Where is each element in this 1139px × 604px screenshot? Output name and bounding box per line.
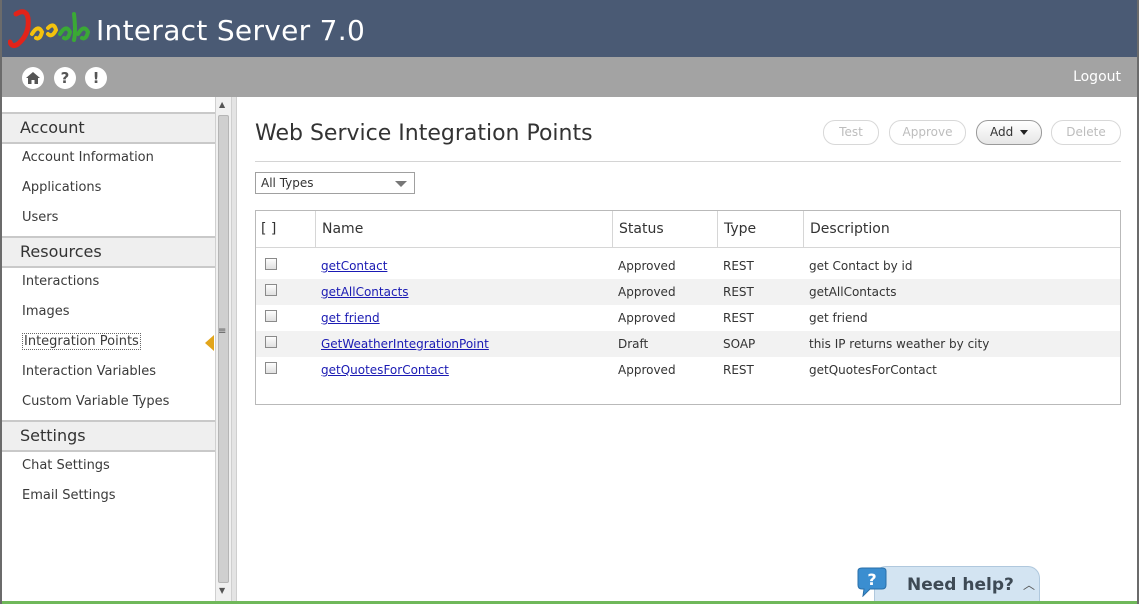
table-row[interactable]: get friend Approved REST get friend <box>256 305 1120 331</box>
row-checkbox[interactable] <box>265 284 277 296</box>
row-description: getAllContacts <box>809 285 897 299</box>
row-name-link[interactable]: get friend <box>321 311 380 325</box>
column-header-name[interactable]: Name <box>315 211 613 248</box>
table-row[interactable]: getContact Approved REST get Contact by … <box>256 253 1120 279</box>
sidebar-item-integration-points[interactable]: Integration Points <box>22 333 141 350</box>
row-name-link[interactable]: getContact <box>321 259 387 273</box>
row-status: Approved <box>618 363 676 377</box>
scroll-down-icon[interactable]: ▼ <box>219 586 225 595</box>
scroll-up-icon[interactable]: ▲ <box>219 100 225 109</box>
app-header: Interact Server 7.0 <box>2 0 1137 57</box>
select-caret-icon <box>395 181 407 187</box>
svg-text:?: ? <box>867 570 876 589</box>
row-name-link[interactable]: GetWeatherIntegrationPoint <box>321 337 489 351</box>
row-type: REST <box>723 285 754 299</box>
row-checkbox[interactable] <box>265 362 277 374</box>
sidebar-item-interactions[interactable]: Interactions <box>22 274 99 289</box>
sidebar-item-interaction-variables[interactable]: Interaction Variables <box>22 364 156 379</box>
sidebar-item-custom-variable-types[interactable]: Custom Variable Types <box>22 394 169 409</box>
sidebar-item-account-information[interactable]: Account Information <box>22 150 154 165</box>
toolbar: ? ! Logout <box>2 57 1137 97</box>
column-header-description[interactable]: Description <box>803 211 1120 248</box>
active-item-marker <box>205 335 214 351</box>
add-button[interactable]: Add <box>976 120 1042 145</box>
row-type: REST <box>723 311 754 325</box>
row-checkbox[interactable] <box>265 258 277 270</box>
row-name-link[interactable]: getQuotesForContact <box>321 363 449 377</box>
type-filter-select[interactable]: All Types <box>255 172 415 194</box>
sidebar-section-settings[interactable]: Settings <box>2 420 215 452</box>
help-icon[interactable]: ? <box>54 67 76 89</box>
table-row[interactable]: getAllContacts Approved REST getAllConta… <box>256 279 1120 305</box>
need-help-label: Need help? <box>907 575 1014 595</box>
row-description: this IP returns weather by city <box>809 337 990 351</box>
table-header: [ ] Name Status Type Description <box>256 211 1120 248</box>
row-type: SOAP <box>723 337 756 351</box>
row-type: REST <box>723 259 754 273</box>
need-help-widget[interactable]: Need help? ︿ <box>874 566 1040 604</box>
test-button[interactable]: Test <box>823 120 879 145</box>
sidebar-scrollbar[interactable]: ▲ ▼ <box>215 97 231 602</box>
row-status: Approved <box>618 285 676 299</box>
row-type: REST <box>723 363 754 377</box>
column-header-select[interactable]: [ ] <box>256 211 316 248</box>
delete-button[interactable]: Delete <box>1051 120 1121 145</box>
page-title: Web Service Integration Points <box>255 121 593 146</box>
table-row[interactable]: GetWeatherIntegrationPoint Draft SOAP th… <box>256 331 1120 357</box>
jacada-logo <box>8 9 91 49</box>
app-title: Interact Server 7.0 <box>96 14 366 47</box>
table-row[interactable]: getQuotesForContact Approved REST getQuo… <box>256 357 1120 383</box>
sidebar-item-images[interactable]: Images <box>22 304 70 319</box>
app-window: Interact Server 7.0 ? ! Logout Account A… <box>0 0 1139 604</box>
row-checkbox[interactable] <box>265 310 277 322</box>
row-status: Draft <box>618 337 649 351</box>
add-button-label: Add <box>989 125 1014 139</box>
scrollbar-thumb[interactable] <box>218 115 229 583</box>
type-filter-value: All Types <box>261 176 314 190</box>
sidebar-item-email-settings[interactable]: Email Settings <box>22 488 116 503</box>
column-header-type[interactable]: Type <box>717 211 804 248</box>
sidebar-section-resources[interactable]: Resources <box>2 236 215 268</box>
row-status: Approved <box>618 311 676 325</box>
splitter-grip-icon[interactable]: ≡ <box>218 326 226 337</box>
integration-points-table: [ ] Name Status Type Description getCont… <box>255 210 1121 405</box>
sidebar: Account Account Information Applications… <box>2 97 215 602</box>
help-bubble-icon[interactable]: ? <box>854 567 888 597</box>
row-description: get friend <box>809 311 868 325</box>
alert-icon[interactable]: ! <box>85 67 107 89</box>
row-description: get Contact by id <box>809 259 913 273</box>
sidebar-item-applications[interactable]: Applications <box>22 180 101 195</box>
logout-link[interactable]: Logout <box>1073 69 1121 85</box>
approve-button[interactable]: Approve <box>889 120 966 145</box>
row-description: getQuotesForContact <box>809 363 937 377</box>
row-checkbox[interactable] <box>265 336 277 348</box>
chevron-up-icon[interactable]: ︿ <box>1023 576 1035 593</box>
sidebar-section-account[interactable]: Account <box>2 112 215 144</box>
row-status: Approved <box>618 259 676 273</box>
column-header-status[interactable]: Status <box>612 211 718 248</box>
panel-splitter[interactable] <box>231 97 237 602</box>
dropdown-arrow-icon <box>1020 130 1029 135</box>
sidebar-item-users[interactable]: Users <box>22 210 58 225</box>
home-icon[interactable] <box>22 67 44 89</box>
title-divider <box>255 161 1121 162</box>
row-name-link[interactable]: getAllContacts <box>321 285 409 299</box>
sidebar-item-chat-settings[interactable]: Chat Settings <box>22 458 110 473</box>
